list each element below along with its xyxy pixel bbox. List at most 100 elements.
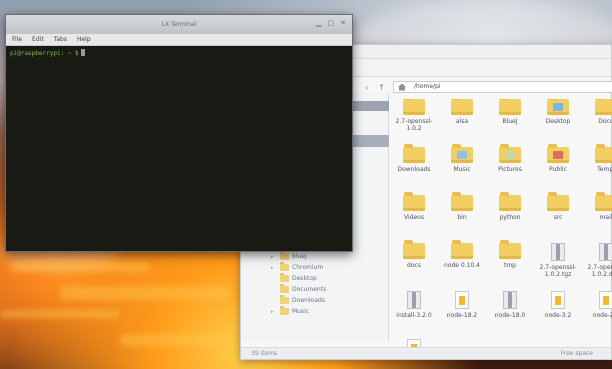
file-label: 2.7-openssl-1.0.2.tgz — [539, 264, 577, 278]
file-label: Docu — [598, 118, 612, 125]
file-item[interactable]: install-3.2.0 — [393, 291, 435, 319]
up-arrow-icon[interactable]: ↑ — [378, 83, 385, 92]
file-item[interactable]: Public — [537, 144, 579, 173]
status-item-count: 39 items — [251, 350, 278, 357]
menu-file[interactable]: File — [12, 36, 22, 43]
folder-icon — [451, 144, 473, 163]
file-item[interactable]: Music — [441, 144, 483, 173]
file-item[interactable]: 2.7-openssl-1.0.2.tgz — [537, 243, 579, 278]
file-label: Videos — [404, 214, 424, 221]
file-item[interactable]: 2.7-openssl-1.0.2 — [393, 99, 435, 132]
file-item[interactable]: python — [489, 192, 531, 221]
file-item[interactable]: node 0.10.4 — [441, 240, 483, 269]
file-item[interactable]: node-18.0 — [489, 291, 531, 319]
archive-icon — [503, 291, 517, 309]
folder-icon — [280, 295, 289, 304]
file-label: node-18.2 — [446, 312, 478, 319]
file-item[interactable]: Desktop — [537, 99, 579, 125]
file-label: node-18.0 — [494, 312, 526, 319]
file-item[interactable]: alsa — [441, 99, 483, 125]
file-label: install-3.2.0 — [396, 312, 432, 319]
tree-item[interactable]: ▸ Chromium — [271, 262, 326, 273]
file-item[interactable]: BlueJ — [489, 99, 531, 125]
tree-item[interactable]: Documents — [271, 284, 326, 295]
navigation-buttons: ‹ ↑ — [365, 81, 385, 93]
file-item[interactable]: Pictures — [489, 144, 531, 173]
file-label: python — [499, 214, 521, 221]
folder-icon — [403, 192, 425, 211]
folder-icon — [451, 192, 473, 211]
expand-arrow-icon[interactable]: ▸ — [271, 265, 277, 271]
file-label: node-3.2 — [544, 312, 572, 319]
file-label: Pictures — [498, 166, 522, 173]
file-item[interactable]: mail — [585, 192, 612, 221]
terminal-titlebar[interactable]: LX Terminal ▁ ▢ ✕ — [6, 15, 352, 34]
file-label: node-2.2 — [592, 312, 612, 319]
file-label: Music — [453, 166, 471, 173]
expand-arrow-icon[interactable]: ▸ — [271, 309, 277, 315]
maximize-icon[interactable]: ▢ — [328, 19, 335, 28]
file-item[interactable]: Templ — [585, 144, 612, 173]
folder-icon — [280, 306, 289, 315]
file-label: node 0.10.4 — [444, 262, 480, 269]
menu-edit[interactable]: Edit — [32, 36, 44, 43]
tree-item[interactable]: ▸ Music — [271, 306, 326, 317]
file-item[interactable]: node-2.2 — [585, 291, 612, 319]
document-icon — [599, 291, 612, 309]
file-item[interactable]: Videos — [393, 192, 435, 221]
file-item[interactable]: Docu — [585, 99, 612, 125]
close-icon[interactable]: ✕ — [340, 19, 346, 28]
path-bar[interactable]: /home/pi — [393, 81, 612, 93]
status-bar: 39 items Free space — [241, 347, 611, 359]
terminal-body[interactable]: pi@raspberrypi: ~ $ — [6, 46, 352, 251]
tree-item[interactable]: Desktop — [271, 273, 326, 284]
terminal-prompt: pi@raspberrypi: ~ $ — [10, 49, 85, 57]
folder-icon — [280, 262, 289, 271]
file-label: 2.7-openssl-1.0.2 — [395, 118, 433, 132]
file-item[interactable]: docs — [393, 240, 435, 269]
sidebar-selected-row[interactable] — [353, 135, 389, 147]
folder-icon — [451, 240, 473, 259]
folder-icon — [595, 144, 612, 163]
archive-icon — [551, 243, 565, 261]
file-item[interactable]: 2.7-openssl-1.0.2.deb — [585, 243, 612, 278]
archive-icon — [407, 291, 421, 309]
file-label: Templ — [597, 166, 612, 173]
terminal-menubar: File Edit Tabs Help — [6, 34, 352, 46]
sidebar-selected-row[interactable] — [353, 101, 389, 111]
menu-help[interactable]: Help — [77, 36, 91, 43]
folder-icon — [547, 99, 569, 115]
file-label: docs — [407, 262, 421, 269]
folder-icon — [499, 240, 521, 259]
archive-icon — [599, 243, 612, 261]
file-item[interactable]: node-3.2 — [537, 291, 579, 319]
minimize-icon[interactable]: ▁ — [316, 19, 321, 28]
file-label: Public — [549, 166, 567, 173]
file-item[interactable]: tmp — [489, 240, 531, 269]
folder-icon — [451, 99, 473, 115]
tree-item[interactable]: ▸ bluej — [271, 251, 326, 262]
folder-icon — [403, 99, 425, 115]
file-label: Downloads — [397, 166, 431, 173]
menu-tabs[interactable]: Tabs — [54, 36, 67, 43]
tree-item[interactable]: Downloads — [271, 295, 326, 306]
status-free-space: Free space — [560, 350, 593, 357]
file-item[interactable]: Downloads — [393, 144, 435, 173]
expand-arrow-icon[interactable]: ▸ — [271, 254, 277, 260]
folder-icon — [547, 192, 569, 211]
file-label: tmp — [503, 262, 516, 269]
directory-tree: ▸ bluej ▸ Chromium Desktop Documents Downl… — [271, 251, 326, 317]
terminal-window[interactable]: LX Terminal ▁ ▢ ✕ File Edit Tabs Help pi… — [5, 14, 353, 252]
back-arrow-icon[interactable]: ‹ — [365, 83, 368, 92]
file-label: mail — [599, 214, 612, 221]
terminal-title: LX Terminal — [161, 21, 197, 28]
folder-icon — [499, 144, 521, 163]
file-item[interactable]: src — [537, 192, 579, 221]
document-icon — [551, 291, 565, 309]
file-item[interactable]: node-18.2 — [441, 291, 483, 319]
folder-icon — [403, 240, 425, 259]
file-item[interactable]: bin — [441, 192, 483, 221]
file-label: bin — [457, 214, 467, 221]
file-label: alsa — [455, 118, 469, 125]
text-cursor — [80, 49, 85, 56]
